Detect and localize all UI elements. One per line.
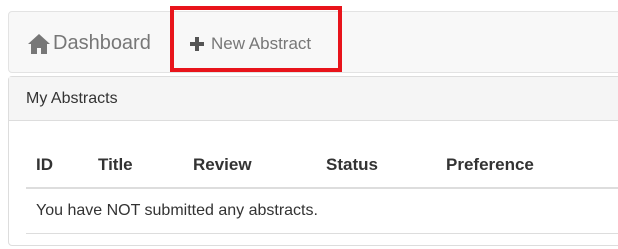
table-row: You have NOT submitted any abstracts. xyxy=(26,189,618,234)
column-header-id[interactable]: ID xyxy=(36,155,53,175)
my-abstracts-panel: My Abstracts ID Title Review Status Pref… xyxy=(8,76,618,246)
abstracts-table: ID Title Review Status Preference You ha… xyxy=(26,147,618,234)
highlight-box xyxy=(170,6,342,72)
column-header-title[interactable]: Title xyxy=(98,155,133,175)
nav-dashboard-link[interactable]: Dashboard xyxy=(27,32,151,55)
nav-dashboard-label: Dashboard xyxy=(53,32,151,54)
column-header-preference[interactable]: Preference xyxy=(446,155,534,175)
panel-heading: My Abstracts xyxy=(9,77,618,121)
column-header-review[interactable]: Review xyxy=(193,155,252,175)
table-header-row: ID Title Review Status Preference xyxy=(26,147,618,189)
empty-table-message: You have NOT submitted any abstracts. xyxy=(36,202,318,219)
column-header-status[interactable]: Status xyxy=(326,155,378,175)
home-icon xyxy=(27,33,51,55)
